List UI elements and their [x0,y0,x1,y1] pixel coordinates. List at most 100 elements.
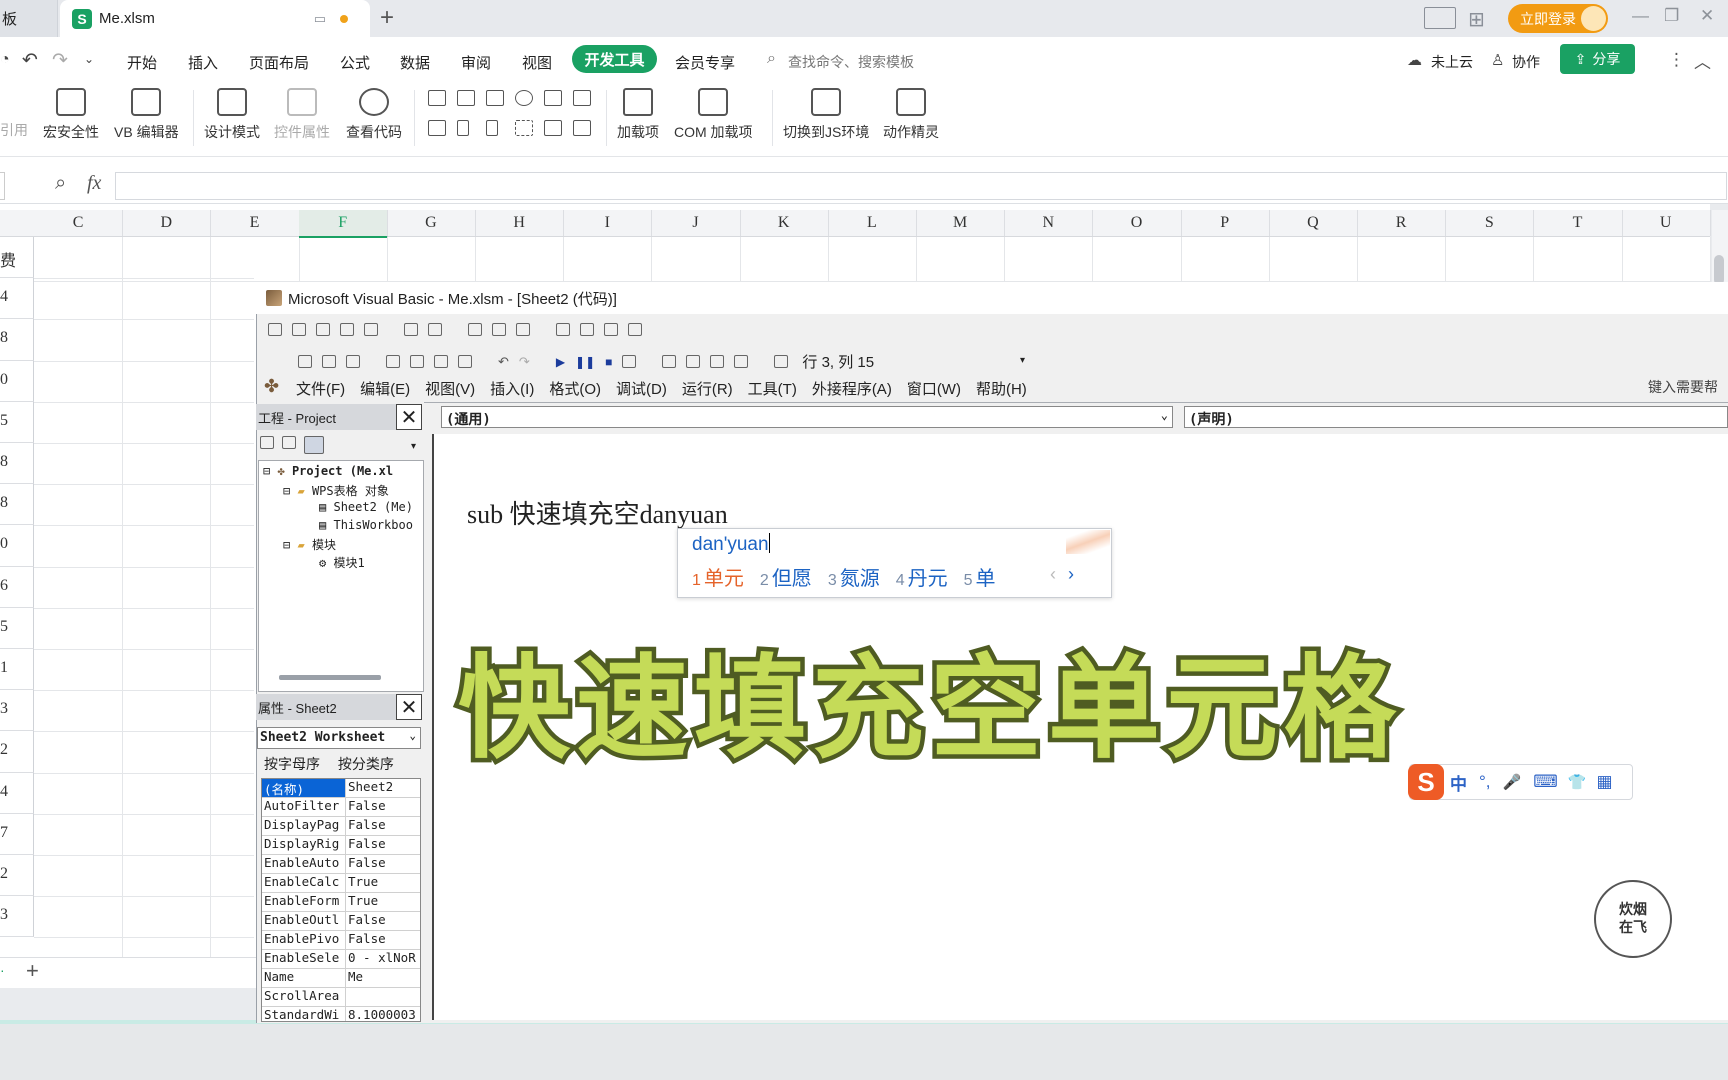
row-header[interactable]: 5 [0,607,34,649]
row-header[interactable]: 4 [0,772,34,814]
cloud-status[interactable]: 未上云 [1431,52,1473,72]
row-header[interactable]: 3 [0,896,34,938]
property-value[interactable]: False [346,931,420,949]
row-header[interactable]: 1 [0,649,34,691]
tree-node-thisworkbook[interactable]: ▤ ThisWorkboo [319,518,413,532]
more-icon[interactable]: ⋮ [1668,50,1685,70]
textbox-control-icon[interactable] [457,90,475,106]
panel-dropdown-icon[interactable]: ▾ [411,441,416,452]
vba-menu-item[interactable]: 工具(T) [748,378,797,399]
menu-review[interactable]: 审阅 [461,52,491,73]
column-header-i[interactable]: I [563,210,653,236]
addins-button[interactable]: 加载项 [617,88,659,142]
tree-node-sheet2[interactable]: ▤ Sheet2 (Me) [319,500,413,514]
vba-menu-item[interactable]: 调试(D) [616,378,667,399]
scrollbar-thumb[interactable] [1714,255,1724,285]
cut-icon[interactable] [386,355,400,368]
design-mode-button[interactable]: 设计模式 [204,88,260,142]
new-tab-button[interactable]: + [380,4,394,32]
toolbar-icon[interactable] [468,323,482,336]
column-header-n[interactable]: N [1004,210,1094,236]
column-header-c[interactable]: C [34,210,124,236]
property-row[interactable]: AutoFilter False [262,798,420,817]
tree-node-project[interactable]: ⊟ ✤ Project (Me.xl [263,464,393,478]
bookmark-icon[interactable] [556,323,570,336]
property-row[interactable]: EnableSele 0 - xlNoR [262,950,420,969]
action-wizard-button[interactable]: 动作精灵 [883,88,939,142]
property-value[interactable]: True [346,874,420,892]
column-header-o[interactable]: O [1092,210,1182,236]
ime-candidate[interactable]: 3 氮源 [828,562,880,591]
property-row[interactable]: (名称) Sheet2 [262,779,420,798]
name-box[interactable] [0,172,5,200]
vba-menu-item[interactable]: 格式(O) [549,378,601,399]
vba-menu-item[interactable]: 文件(F) [296,378,345,399]
keyboard-icon[interactable]: ⌨ [1533,772,1558,792]
toolbar-icon[interactable] [492,323,506,336]
close-button[interactable]: ✕ [1700,6,1714,26]
reference-tool[interactable]: 引用 [0,120,28,140]
checkbox-control-icon[interactable] [428,90,446,106]
help-search-input[interactable]: 键入需要帮 [1648,377,1718,397]
zoom-formula-icon[interactable]: ⌕ [55,172,66,195]
column-header-g[interactable]: G [387,210,476,236]
collapse-icon[interactable]: ⊟ [283,538,290,552]
property-value[interactable]: Me [346,969,420,987]
scrollbar-control-icon[interactable] [486,120,498,136]
property-value[interactable]: Sheet2 [346,779,420,797]
property-value[interactable]: False [346,798,420,816]
restore-button[interactable]: ❐ [1664,6,1679,26]
object-browser-icon[interactable] [710,355,725,368]
collab-button[interactable]: 协作 [1512,52,1540,72]
punctuation-icon[interactable]: °, [1479,772,1491,792]
menu-insert[interactable]: 插入 [188,52,218,73]
property-row[interactable]: ScrollArea [262,988,420,1007]
project-tree[interactable]: ⊟ ✤ Project (Me.xl ⊟ ▰ WPS表格 对象 ▤ Sheet2… [258,460,424,692]
property-value[interactable]: False [346,817,420,835]
tab-document[interactable]: S Me.xlsm ▭ [60,0,370,37]
property-value[interactable]: 8.1000003 [346,1007,420,1021]
tree-node-module1[interactable]: ⚙ 模块1 [319,554,365,571]
column-header-s[interactable]: S [1445,210,1535,236]
save-icon[interactable] [346,355,360,368]
property-row[interactable]: Name Me [262,969,420,988]
column-header-d[interactable]: D [122,210,212,236]
row-header[interactable]: 5 [0,401,34,443]
property-value[interactable]: True [346,893,420,911]
search-input[interactable]: 查找命令、搜索模板 [788,52,914,72]
skin-icon[interactable]: 👕 [1568,773,1587,791]
collapse-icon[interactable]: ⊟ [263,464,270,478]
column-header-t[interactable]: T [1533,210,1623,236]
formula-input[interactable] [115,172,1727,200]
bookmark-prev-icon[interactable] [604,323,618,336]
ime-next-page-icon[interactable]: › [1068,564,1074,585]
outdent-icon[interactable] [428,323,442,336]
row-header[interactable]: 4 [0,278,34,320]
row-header[interactable]: 8 [0,319,34,361]
login-button[interactable]: 立即登录 [1508,4,1608,33]
com-addins-button[interactable]: COM 加载项 [674,88,753,142]
pause-icon[interactable]: ❚❚ [575,355,595,369]
property-value[interactable]: 0 - xlNoR [346,950,420,968]
apps-icon[interactable]: ▦ [1596,772,1612,792]
indent-icon[interactable] [404,323,418,336]
property-row[interactable]: EnableOutl False [262,912,420,931]
row-header[interactable]: 8 [0,443,34,485]
stop-icon[interactable]: ■ [605,355,612,369]
monitor-icon[interactable]: ▭ [314,11,326,27]
column-header-k[interactable]: K [740,210,829,236]
language-toggle[interactable]: 中 [1450,770,1467,795]
vba-title-bar[interactable]: Microsoft Visual Basic - Me.xlsm - [Shee… [256,282,1728,314]
vba-menu-item[interactable]: 窗口(W) [907,378,961,399]
close-icon[interactable]: ✕ [396,694,422,720]
view-code-icon[interactable] [260,436,274,449]
menu-member[interactable]: 会员专享 [675,52,735,73]
toggle-control-icon[interactable] [428,120,446,136]
tab-previous[interactable]: 板 [0,0,58,37]
insert-module-icon[interactable] [322,355,336,368]
property-row[interactable]: EnableForm True [262,893,420,912]
combobox-control-icon[interactable] [573,90,591,106]
redo-icon[interactable]: ↷ [519,354,530,370]
vba-menu-item[interactable]: 视图(V) [425,378,475,399]
share-button[interactable]: ⇪ 分享 [1560,44,1635,74]
